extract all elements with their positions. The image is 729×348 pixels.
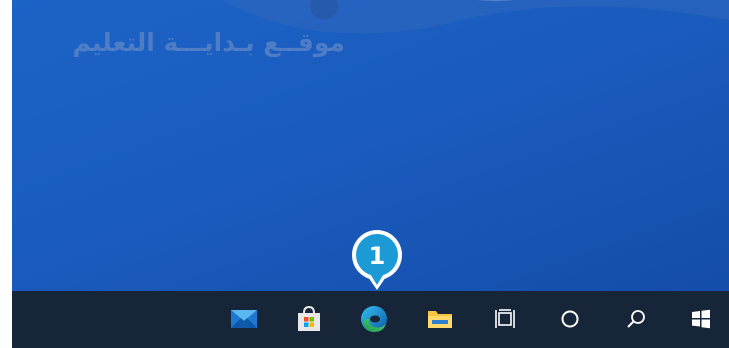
windows-start-icon <box>692 309 710 329</box>
search-icon <box>627 310 645 328</box>
taskbar-task-view-button[interactable] <box>485 299 525 339</box>
task-view-icon <box>495 309 515 328</box>
edge-icon <box>361 306 387 332</box>
folder-icon <box>428 311 452 328</box>
taskbar-store-button[interactable] <box>289 299 329 339</box>
cortana-icon <box>561 310 579 328</box>
taskbar-file-explorer-button[interactable] <box>420 299 460 339</box>
taskbar-mail-button[interactable] <box>224 299 264 339</box>
step-callout: 1 <box>346 230 408 292</box>
mail-icon <box>231 310 257 328</box>
microsoft-store-icon <box>298 306 320 331</box>
taskbar-search-button[interactable] <box>616 299 656 339</box>
taskbar-edge-button[interactable] <box>354 299 394 339</box>
taskbar-start-button[interactable] <box>681 299 721 339</box>
taskbar <box>12 291 729 348</box>
watermark-text: موقــع بـدايـــة التعليم <box>72 28 345 57</box>
callout-number: 1 <box>368 242 386 270</box>
taskbar-cortana-button[interactable] <box>550 299 590 339</box>
